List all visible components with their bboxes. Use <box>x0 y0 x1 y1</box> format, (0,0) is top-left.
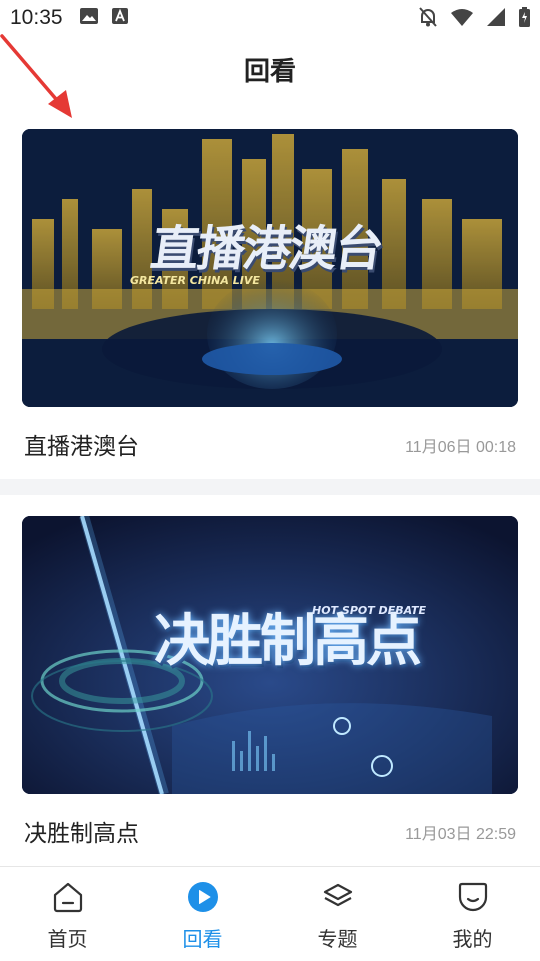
signal-icon <box>487 8 505 30</box>
thumbnail-subline: GREATER CHINA LIVE <box>130 274 260 287</box>
nav-item-profile[interactable]: 我的 <box>405 867 540 961</box>
video-thumbnail[interactable]: 决胜制高点 HOT SPOT DEBATE <box>22 516 518 794</box>
nav-label: 回看 <box>182 927 223 951</box>
nav-item-topics[interactable]: 专题 <box>270 867 405 961</box>
bottom-navigation: 首页 回看 专题 我的 <box>0 866 540 961</box>
video-title[interactable]: 决胜制高点 <box>24 814 139 848</box>
video-timestamp: 11月06日 00:18 <box>405 439 516 456</box>
video-title[interactable]: 直播港澳台 <box>24 427 139 461</box>
bell-off-icon <box>419 7 437 31</box>
play-circle-icon <box>187 881 219 917</box>
nav-label: 我的 <box>452 927 493 951</box>
profile-icon <box>457 881 489 917</box>
video-timestamp: 11月03日 22:59 <box>405 826 516 843</box>
thumbnail-headline: 直播港澳台 <box>147 221 386 277</box>
section-divider <box>0 479 540 495</box>
nav-item-replay[interactable]: 回看 <box>135 867 270 961</box>
page-title: 回看 <box>243 57 296 87</box>
status-time: 10:35 <box>10 6 63 29</box>
battery-icon <box>519 7 530 31</box>
home-icon <box>52 881 84 917</box>
video-thumbnail[interactable]: 直播港澳台 GREATER CHINA LIVE <box>22 129 518 407</box>
page-header: 回看 <box>0 44 540 100</box>
status-bar: 10:35 <box>0 0 540 36</box>
wifi-icon <box>451 8 473 30</box>
video-card[interactable]: 决胜制高点 HOT SPOT DEBATE 决胜制高点 11月03日 22:59 <box>22 516 518 864</box>
nav-label: 首页 <box>47 927 88 951</box>
nav-label: 专题 <box>317 927 358 951</box>
layers-icon <box>322 881 354 917</box>
video-card[interactable]: 直播港澳台 GREATER CHINA LIVE 直播港澳台 11月06日 00… <box>22 129 518 477</box>
a-icon <box>112 8 128 28</box>
thumbnail-subline: HOT SPOT DEBATE <box>312 604 427 617</box>
nav-item-home[interactable]: 首页 <box>0 867 135 961</box>
image-icon <box>80 8 98 28</box>
